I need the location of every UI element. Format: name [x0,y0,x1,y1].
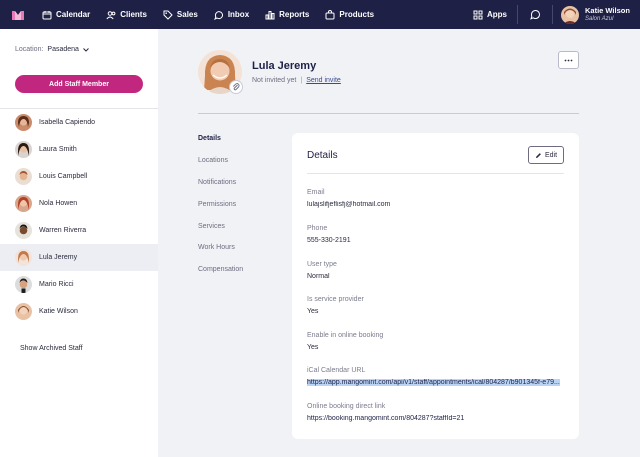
top-nav: Calendar Clients Sales Inbox Reports Pro… [0,0,640,29]
edit-label: Edit [544,151,558,159]
staff-item-nola-howen[interactable]: Nola Howen [0,190,158,217]
nav-products[interactable]: Products [325,9,375,20]
chat-button[interactable] [518,9,552,20]
staff-sidebar: Location: Pasadena Add Staff Member Isab… [0,29,158,457]
more-options-button[interactable] [558,51,579,69]
tab-locations[interactable]: Locations [198,157,228,164]
nav-inbox-label: Inbox [227,10,250,19]
location-value: Pasadena [47,46,79,53]
staff-avatar [15,114,32,131]
staff-avatar [15,303,32,320]
nav-products-label: Products [339,10,375,19]
nav-reports-label: Reports [279,10,310,19]
phone-value: 555-330-2191 [307,237,351,244]
staff-item-mario-ricci[interactable]: Mario Ricci [0,271,158,298]
user-menu[interactable]: Katie Wilson Salon Azul [553,5,640,24]
staff-name: Lula Jeremy [39,254,78,261]
card-divider [307,173,564,174]
user-avatar [561,5,579,24]
clients-icon [106,10,116,19]
staff-name: Laura Smith [39,146,77,153]
nav-reports[interactable]: Reports [265,10,309,20]
paperclip-icon [232,83,240,91]
tab-compensation[interactable]: Compensation [198,266,243,273]
phone-label: Phone [307,225,328,232]
status-separator: | [300,77,303,84]
tab-notifications[interactable]: Notifications [198,179,236,186]
nav-calendar[interactable]: Calendar [42,10,90,20]
edit-photo-button[interactable] [229,80,243,94]
invite-status-text: Not invited yet [252,77,297,84]
apps-label: Apps [487,10,507,19]
user-type-label: User type [307,261,337,268]
location-label: Location: [15,46,44,53]
bar-chart-icon [265,10,275,19]
staff-item-isabella-capiendo[interactable]: Isabella Capiendo [0,109,158,136]
staff-name: Isabella Capiendo [39,119,96,126]
staff-avatar [15,195,32,212]
staff-name: Warren Riverra [39,227,87,234]
tab-work-hours[interactable]: Work Hours [198,244,235,251]
mangomint-logo-icon[interactable] [11,8,25,22]
staff-name: Louis Campbell [39,173,88,180]
ellipsis-icon [564,59,573,61]
staff-avatar [15,249,32,266]
chat-bubble-icon [529,10,540,20]
staff-item-katie-wilson[interactable]: Katie Wilson [0,298,158,325]
staff-avatar [15,222,32,239]
tag-icon [163,10,173,20]
staff-avatar [15,141,32,158]
ical-url-text: https://app.mangomint.com/api/v1/staff/a… [307,379,560,386]
user-business: Salon Azul [585,16,614,22]
send-invite-link[interactable]: Send invite [306,77,341,84]
service-provider-label: Is service provider [307,296,364,303]
nav-sales[interactable]: Sales [163,10,198,20]
nav-sales-label: Sales [176,10,198,19]
chevron-down-icon [83,47,89,52]
bag-icon [325,9,335,19]
show-archived-staff-link[interactable]: Show Archived Staff [20,345,83,352]
staff-item-louis-campbell[interactable]: Louis Campbell [0,163,158,190]
booking-link-value[interactable]: https://booking.mangomint.com/804287?sta… [307,415,565,422]
online-booking-value: Yes [307,344,319,351]
details-title: Details [307,150,338,161]
online-booking-label: Enable in online booking [307,332,384,339]
tab-permissions[interactable]: Permissions [198,201,236,208]
staff-name: Nola Howen [39,200,78,207]
ical-url-value[interactable]: https://app.mangomint.com/api/v1/staff/a… [307,379,565,386]
staff-avatar [15,168,32,185]
nav-inbox[interactable]: Inbox [213,10,250,20]
apps-button[interactable]: Apps [473,10,507,20]
edit-button[interactable]: Edit [528,146,564,164]
service-provider-value: Yes [307,308,319,315]
staff-item-warren-riverra[interactable]: Warren Riverra [0,217,158,244]
email-label: Email [307,189,325,196]
add-staff-member-button[interactable]: Add Staff Member [15,75,143,93]
user-type-value: Normal [307,273,330,280]
staff-name: Katie Wilson [39,308,78,315]
email-value: lulajslifjeflisfj@hotmail.com [307,201,391,208]
staff-item-lula-jeremy[interactable]: Lula Jeremy [0,244,158,271]
staff-item-laura-smith[interactable]: Laura Smith [0,136,158,163]
grid-icon [473,10,483,19]
nav-right: Apps Katie Wilson Salon Azul [473,0,640,29]
inbox-icon [213,10,223,20]
nav-clients[interactable]: Clients [106,10,147,20]
tab-details[interactable]: Details [198,135,221,142]
profile-divider [198,113,579,114]
staff-avatar [15,276,32,293]
calendar-icon [42,10,52,19]
staff-name: Mario Ricci [39,281,74,288]
nav-clients-label: Clients [120,10,147,19]
pencil-icon [535,152,541,158]
ical-url-label: iCal Calendar URL [307,367,366,374]
staff-name-heading: Lula Jeremy [252,60,317,72]
booking-link-label: Online booking direct link [307,403,386,410]
location-selector[interactable]: Location: Pasadena [15,46,90,53]
details-card: Details Edit Email lulajslifjeflisfj@hot… [292,133,579,439]
user-name: Katie Wilson [585,6,630,15]
invite-status: Not invited yet | Send invite [252,77,341,84]
tab-services[interactable]: Services [198,223,225,230]
nav-calendar-label: Calendar [56,10,91,19]
